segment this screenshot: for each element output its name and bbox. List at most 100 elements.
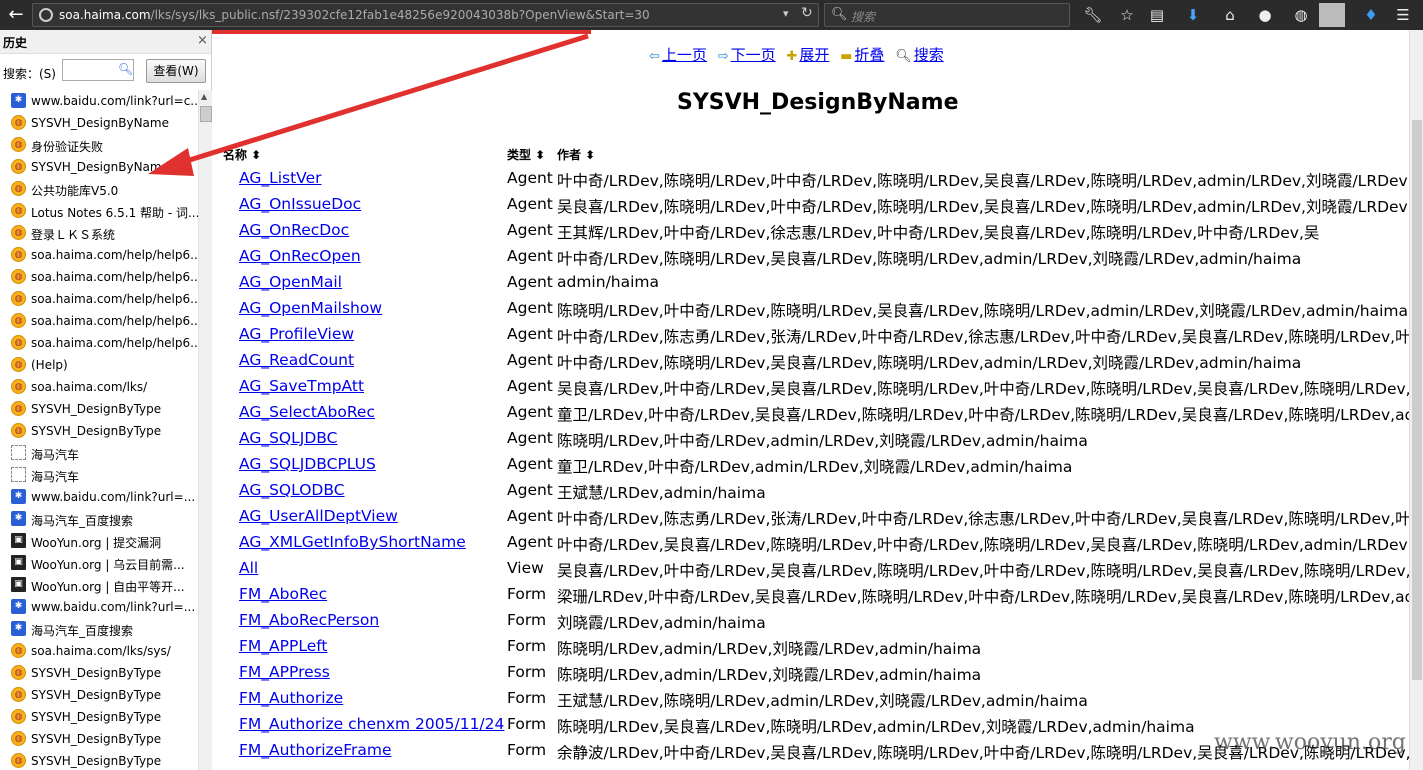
- design-name-link[interactable]: AG_OpenMailshow: [239, 299, 382, 317]
- reload-button[interactable]: ↻: [801, 5, 813, 21]
- design-name-link[interactable]: AG_XMLGetInfoByShortName: [239, 533, 466, 551]
- history-item[interactable]: ◍ SYSVH_DesignByType: [0, 750, 198, 770]
- reading-list-icon[interactable]: ▤: [1146, 4, 1168, 26]
- globe-icon[interactable]: ◍: [1290, 4, 1312, 26]
- chat-icon[interactable]: ●: [1254, 4, 1276, 26]
- design-name-link[interactable]: FM_AboRecPerson: [239, 611, 379, 629]
- design-type: Agent: [507, 273, 553, 291]
- page-scroll-thumb[interactable]: [1412, 120, 1422, 680]
- design-author: admin/haima: [557, 273, 660, 291]
- history-item[interactable]: ✱ www.baidu.com/link?url=...: [0, 486, 198, 508]
- design-name-link[interactable]: FM_Authorize chenxm 2005/11/24: [239, 715, 504, 733]
- table-row: AG_ReadCount Agent 叶中奇/LRDev,陈晓明/LRDev,吴良喜…: [213, 348, 1423, 374]
- design-name-link[interactable]: AG_SQLODBC: [239, 481, 345, 499]
- history-item[interactable]: ◍ 公共功能库V5.0: [0, 178, 198, 200]
- design-name-link[interactable]: AG_OnRecDoc: [239, 221, 349, 239]
- table-row: AG_SelectAboRec Agent 童卫/LRDev,叶中奇/LRDev,吴…: [213, 400, 1423, 426]
- prev-page-link[interactable]: 上一页: [662, 46, 707, 64]
- history-item[interactable]: ◍ SYSVH_DesignByType: [0, 398, 198, 420]
- history-item[interactable]: ◍ 身份验证失败: [0, 134, 198, 156]
- history-item[interactable]: ✱ www.baidu.com/link?url=c...: [0, 90, 198, 112]
- design-name-link[interactable]: FM_Authorize: [239, 689, 343, 707]
- design-name-link[interactable]: All: [239, 559, 258, 577]
- design-name-link[interactable]: AG_OpenMail: [239, 273, 342, 291]
- design-name-link[interactable]: AG_SQLJDBCPLUS: [239, 455, 376, 473]
- history-item[interactable]: ◍ SYSVH_DesignByName: [0, 156, 198, 178]
- history-item[interactable]: ◍ (Help): [0, 354, 198, 376]
- sidebar-search-label: 搜索：(S): [3, 67, 56, 81]
- history-item[interactable]: ◍ SYSVH_DesignByType: [0, 728, 198, 750]
- history-item[interactable]: ✱ www.baidu.com/link?url=...: [0, 596, 198, 618]
- history-item[interactable]: ◍ soa.haima.com/help/help6...: [0, 266, 198, 288]
- history-item[interactable]: ▣ WooYun.org | 乌云目前需...: [0, 552, 198, 574]
- url-dropdown-icon[interactable]: ▾: [783, 7, 789, 20]
- search-link[interactable]: 搜索: [914, 46, 944, 64]
- scroll-thumb[interactable]: [200, 106, 212, 122]
- expand-link[interactable]: 展开: [799, 46, 829, 64]
- history-item[interactable]: ◍ SYSVH_DesignByName: [0, 112, 198, 134]
- history-item[interactable]: 海马汽车: [0, 442, 198, 464]
- table-row: AG_OnRecOpen Agent 叶中奇/LRDev,陈晓明/LRDev,吴良喜…: [213, 244, 1423, 270]
- history-item[interactable]: ✱ 海马汽车_百度搜索: [0, 508, 198, 530]
- next-icon: ⇨: [717, 49, 729, 64]
- menu-icon[interactable]: ☰: [1392, 4, 1414, 26]
- design-type: Form: [507, 637, 547, 655]
- design-name-link[interactable]: AG_ListVer: [239, 169, 322, 187]
- wooyun-favicon-icon: ▣: [11, 577, 26, 592]
- history-item[interactable]: 海马汽车: [0, 464, 198, 486]
- history-item[interactable]: ◍ soa.haima.com/lks/: [0, 376, 198, 398]
- history-item[interactable]: ◍ soa.haima.com/help/help6...: [0, 310, 198, 332]
- design-author: 陈晓明/LRDev,admin/LRDev,刘晓霞/LRDev,admin/ha…: [557, 666, 982, 684]
- next-page-link[interactable]: 下一页: [731, 46, 776, 64]
- page-scrollbar[interactable]: [1409, 30, 1423, 770]
- design-name-link[interactable]: AG_SelectAboRec: [239, 403, 375, 421]
- history-item[interactable]: ◍ SYSVH_DesignByType: [0, 684, 198, 706]
- history-item[interactable]: ✱ 海马汽车_百度搜索: [0, 618, 198, 640]
- design-name-link[interactable]: AG_OnRecOpen: [239, 247, 361, 265]
- design-name-link[interactable]: AG_SQLJDBC: [239, 429, 337, 447]
- profile-icon[interactable]: [1319, 3, 1345, 27]
- url-host: soa.haima.com: [59, 8, 151, 22]
- history-item[interactable]: ◍ 登录ＬＫＳ系统: [0, 222, 198, 244]
- design-table: AG_ListVer Agent 叶中奇/LRDev,陈晓明/LRDev,叶中奇/L…: [213, 166, 1423, 764]
- history-item[interactable]: ◍ soa.haima.com/help/help6...: [0, 288, 198, 310]
- design-name-link[interactable]: FM_APPress: [239, 663, 330, 681]
- design-name-link[interactable]: AG_ProfileView: [239, 325, 354, 343]
- history-item[interactable]: ◍ Lotus Notes 6.5.1 帮助 - 词...: [0, 200, 198, 222]
- scroll-up-icon[interactable]: ▲: [201, 92, 207, 101]
- column-header-name[interactable]: 名称 ⬍: [223, 146, 261, 163]
- column-header-author[interactable]: 作者 ⬍: [557, 146, 595, 163]
- view-button[interactable]: 查看(W): [146, 59, 206, 83]
- url-text[interactable]: soa.haima.com/lks/sys/lks_public.nsf/239…: [59, 8, 650, 22]
- haima-favicon-icon: ◍: [11, 313, 26, 328]
- search-bar[interactable]: 🔍︎ 搜索: [824, 3, 1070, 27]
- download-icon[interactable]: ⬇: [1182, 4, 1204, 26]
- history-item[interactable]: ◍ soa.haima.com/lks/sys/: [0, 640, 198, 662]
- design-name-link[interactable]: FM_APPLeft: [239, 637, 328, 655]
- address-bar[interactable]: soa.haima.com/lks/sys/lks_public.nsf/239…: [32, 3, 819, 27]
- history-item[interactable]: ◍ SYSVH_DesignByType: [0, 420, 198, 442]
- history-item[interactable]: ◍ soa.haima.com/help/help6...: [0, 332, 198, 354]
- history-item[interactable]: ◍ SYSVH_DesignByType: [0, 662, 198, 684]
- collapse-link[interactable]: 折叠: [854, 46, 884, 64]
- design-name-link[interactable]: AG_UserAllDeptView: [239, 507, 398, 525]
- history-item[interactable]: ◍ SYSVH_DesignByType: [0, 706, 198, 728]
- history-item[interactable]: ◍ soa.haima.com/help/help6...: [0, 244, 198, 266]
- flame-icon[interactable]: ♦: [1360, 4, 1382, 26]
- close-icon[interactable]: ×: [197, 33, 208, 48]
- sidebar-scrollbar[interactable]: ▲: [198, 90, 212, 770]
- design-author: 童卫/LRDev,叶中奇/LRDev,吴良喜/LRDev,陈晓明/LRDev,叶…: [557, 406, 1421, 424]
- column-header-type[interactable]: 类型 ⬍: [507, 146, 545, 163]
- design-name-link[interactable]: FM_AuthorizeFrame: [239, 741, 392, 759]
- history-item[interactable]: ▣ WooYun.org | 自由平等开...: [0, 574, 198, 596]
- home-icon[interactable]: ⌂: [1219, 4, 1241, 26]
- back-button[interactable]: ←: [4, 3, 28, 27]
- design-name-link[interactable]: AG_SaveTmpAtt: [239, 377, 364, 395]
- design-name-link[interactable]: AG_OnIssueDoc: [239, 195, 361, 213]
- design-name-link[interactable]: FM_AboRec: [239, 585, 327, 603]
- history-item-label: SYSVH_DesignByType: [31, 402, 162, 416]
- history-item[interactable]: ▣ WooYun.org | 提交漏洞: [0, 530, 198, 552]
- design-name-link[interactable]: AG_ReadCount: [239, 351, 354, 369]
- wrench-icon[interactable]: 🔧︎: [1082, 4, 1104, 26]
- star-icon[interactable]: ☆: [1116, 4, 1138, 26]
